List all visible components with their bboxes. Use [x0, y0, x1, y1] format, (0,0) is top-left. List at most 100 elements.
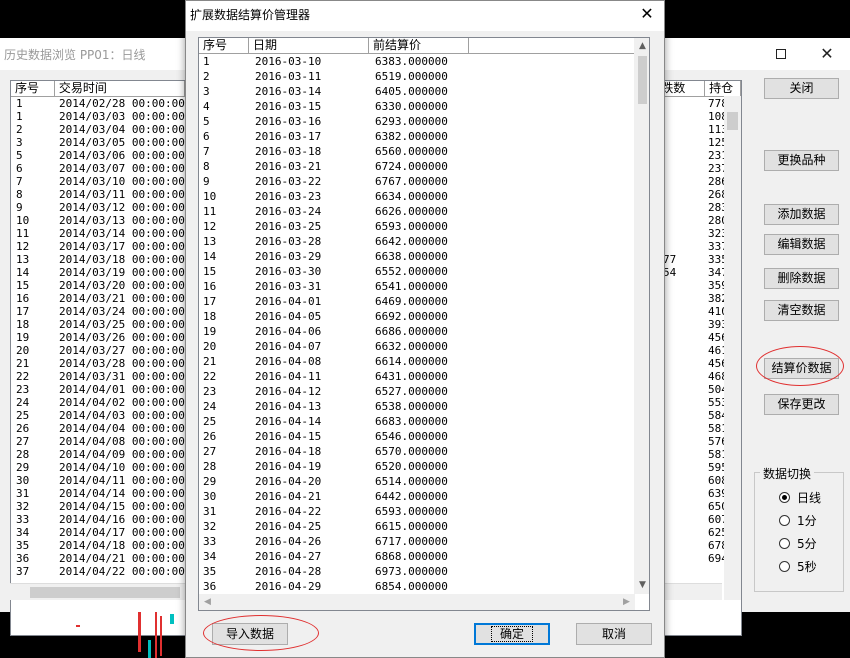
cell-date: 2016-03-16 [255, 115, 322, 128]
change-variety-button[interactable]: 更换品种 [764, 150, 839, 171]
ok-button[interactable]: 确定 [474, 623, 550, 645]
list-item[interactable]: 12 2016-03-25 6593.000000 [199, 219, 635, 234]
cell-index: 23 [16, 383, 30, 396]
radio-dot-icon [779, 560, 790, 572]
cell-index: 6 [203, 130, 210, 143]
list-item[interactable]: 16 2016-03-31 6541.000000 [199, 279, 635, 294]
cell-time: 2014/03/10 00:00:00 [59, 175, 185, 188]
list-item[interactable]: 22 2016-04-11 6431.000000 [199, 369, 635, 384]
list-item[interactable]: 23 2016-04-12 6527.000000 [199, 384, 635, 399]
history-hscroll-thumb[interactable] [30, 587, 180, 598]
list-item[interactable]: 15 2016-03-30 6552.000000 [199, 264, 635, 279]
list-item[interactable]: 2 2016-03-11 6519.000000 [199, 69, 635, 84]
list-item[interactable]: 26 2016-04-15 6546.000000 [199, 429, 635, 444]
clear-data-button[interactable]: 清空数据 [764, 300, 839, 321]
delete-data-button[interactable]: 删除数据 [764, 268, 839, 289]
add-data-button[interactable]: 添加数据 [764, 204, 839, 225]
save-changes-button[interactable]: 保存更改 [764, 394, 839, 415]
list-item[interactable]: 33 2016-04-26 6717.000000 [199, 534, 635, 549]
list-item[interactable]: 8 2016-03-21 6724.000000 [199, 159, 635, 174]
list-item[interactable]: 17 2016-04-01 6469.000000 [199, 294, 635, 309]
list-item[interactable]: 3 2016-03-14 6405.000000 [199, 84, 635, 99]
maximize-button[interactable] [758, 38, 804, 70]
close-button[interactable]: 关闭 [764, 78, 839, 99]
list-item[interactable]: 5 2016-03-16 6293.000000 [199, 114, 635, 129]
cancel-button[interactable]: 取消 [576, 623, 652, 645]
cell-date: 2016-04-25 [255, 520, 322, 533]
list-item[interactable]: 34 2016-04-27 6868.000000 [199, 549, 635, 564]
settlement-hscrollbar[interactable]: ◀ ▶ [199, 594, 635, 610]
window-close-button[interactable]: ✕ [804, 38, 850, 70]
list-item[interactable]: 29 2016-04-20 6514.000000 [199, 474, 635, 489]
list-item[interactable]: 13 2016-03-28 6642.000000 [199, 234, 635, 249]
settlement-list-rows: 1 2016-03-10 6383.000000 2 2016-03-11 6519.00… [199, 54, 635, 594]
list-item[interactable]: 4 2016-03-15 6330.000000 [199, 99, 635, 114]
cell-prev-settle: 6405.000000 [375, 85, 448, 98]
radio-1min[interactable]: 1分 [779, 512, 849, 528]
list-item[interactable]: 10 2016-03-23 6634.000000 [199, 189, 635, 204]
cell-index: 5 [203, 115, 210, 128]
dialog-close-button[interactable]: ✕ [630, 1, 664, 27]
list-item[interactable]: 9 2016-03-22 6767.000000 [199, 174, 635, 189]
cell-index: 3 [203, 85, 210, 98]
cell-date: 2016-03-15 [255, 100, 322, 113]
cell-time: 2014/03/24 00:00:00 [59, 305, 185, 318]
col-header-time[interactable]: 交易时间 [54, 81, 185, 97]
settlement-list-header: 序号 日期 前结算价 [199, 38, 635, 54]
scroll-right-icon[interactable]: ▶ [618, 594, 635, 610]
list-item[interactable]: 28 2016-04-19 6520.000000 [199, 459, 635, 474]
list-item[interactable]: 35 2016-04-28 6973.000000 [199, 564, 635, 579]
cell-index: 12 [203, 220, 217, 233]
scroll-left-icon[interactable]: ◀ [199, 594, 216, 610]
cell-date: 2016-04-05 [255, 310, 322, 323]
col-header-prev-settle[interactable]: 前结算价 [369, 38, 469, 54]
list-item[interactable]: 18 2016-04-05 6692.000000 [199, 309, 635, 324]
list-item[interactable]: 32 2016-04-25 6615.000000 [199, 519, 635, 534]
edit-data-button[interactable]: 编辑数据 [764, 234, 839, 255]
radio-5min[interactable]: 5分 [779, 535, 849, 551]
list-item[interactable]: 14 2016-03-29 6638.000000 [199, 249, 635, 264]
list-item[interactable]: 21 2016-04-08 6614.000000 [199, 354, 635, 369]
settlement-vscrollbar[interactable]: ▲ ▼ [634, 38, 649, 594]
scroll-up-icon[interactable]: ▲ [634, 38, 649, 55]
cell-prev-settle: 6519.000000 [375, 70, 448, 83]
list-item[interactable]: 1 2016-03-10 6383.000000 [199, 54, 635, 69]
list-item[interactable]: 36 2016-04-29 6854.000000 [199, 579, 635, 594]
cell-prev-settle: 6570.000000 [375, 445, 448, 458]
radio-daily[interactable]: 日线 [779, 489, 849, 505]
list-item[interactable]: 6 2016-03-17 6382.000000 [199, 129, 635, 144]
list-item[interactable]: 27 2016-04-18 6570.000000 [199, 444, 635, 459]
cell-date: 2016-03-25 [255, 220, 322, 233]
list-item[interactable]: 30 2016-04-21 6442.000000 [199, 489, 635, 504]
cell-date: 2016-03-17 [255, 130, 322, 143]
cell-index: 23 [203, 385, 217, 398]
settlement-vscroll-thumb[interactable] [638, 56, 647, 104]
cell-index: 25 [203, 415, 217, 428]
settlement-data-button[interactable]: 结算价数据 [764, 358, 839, 379]
cell-prev-settle: 6717.000000 [375, 535, 448, 548]
cell-index: 7 [16, 175, 23, 188]
settlement-list[interactable]: 序号 日期 前结算价 1 2016-03-10 6383.000000 2 2016-0… [198, 37, 650, 611]
list-item[interactable]: 24 2016-04-13 6538.000000 [199, 399, 635, 414]
history-vscrollbar[interactable] [724, 96, 741, 600]
radio-5sec[interactable]: 5秒 [779, 558, 849, 574]
cell-index: 1 [16, 97, 23, 110]
col-header-position[interactable]: 持仓 [705, 81, 741, 97]
history-vscroll-thumb[interactable] [727, 112, 738, 130]
list-item[interactable]: 19 2016-04-06 6686.000000 [199, 324, 635, 339]
cell-index: 29 [16, 461, 30, 474]
list-item[interactable]: 31 2016-04-22 6593.000000 [199, 504, 635, 519]
cell-prev-settle: 6973.000000 [375, 565, 448, 578]
cell-index: 22 [16, 370, 30, 383]
scroll-down-icon[interactable]: ▼ [634, 577, 649, 594]
col-header-index[interactable]: 序号 [199, 38, 249, 54]
import-data-button[interactable]: 导入数据 [212, 623, 288, 645]
col-header-date[interactable]: 日期 [249, 38, 369, 54]
list-item[interactable]: 25 2016-04-14 6683.000000 [199, 414, 635, 429]
col-header-index[interactable]: 序号 [11, 81, 55, 97]
cell-index: 11 [203, 205, 217, 218]
cell-index: 31 [203, 505, 217, 518]
list-item[interactable]: 11 2016-03-24 6626.000000 [199, 204, 635, 219]
list-item[interactable]: 20 2016-04-07 6632.000000 [199, 339, 635, 354]
list-item[interactable]: 7 2016-03-18 6560.000000 [199, 144, 635, 159]
